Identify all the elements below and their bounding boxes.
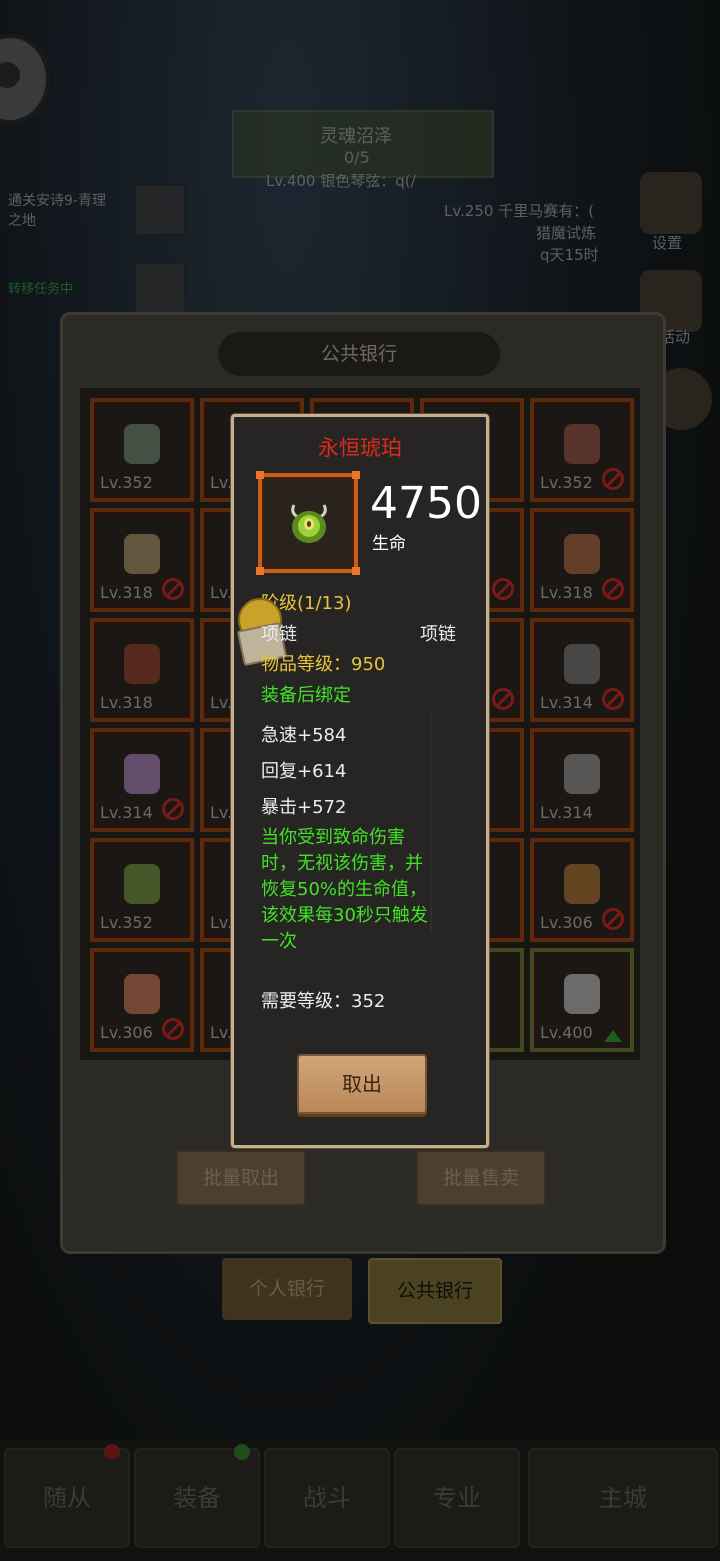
prohibited-icon — [492, 578, 514, 600]
prohibited-icon — [602, 688, 624, 710]
batch-sell-button[interactable]: 批量售卖 — [416, 1150, 546, 1206]
item-icon — [564, 974, 600, 1014]
slot-level: Lv. — [210, 693, 233, 712]
bank-slot[interactable]: Lv.400 — [530, 948, 634, 1052]
nav-main-city[interactable]: 主城 — [528, 1448, 718, 1548]
item-type-right: 项链 — [420, 624, 456, 645]
prohibited-icon — [602, 468, 624, 490]
item-icon — [124, 424, 160, 464]
item-icon — [564, 644, 600, 684]
nav-equipment[interactable]: 装备 — [134, 1448, 260, 1548]
left-quest: 通关安诗9-青理之地 — [8, 193, 106, 229]
item-type-left: 项链 — [261, 624, 297, 645]
item-icon — [124, 864, 160, 904]
nav-profession[interactable]: 专业 — [394, 1448, 520, 1548]
special-effect: 当你受到致命伤害时，无视该伤害，并恢复50%的生命值，该效果每30秒只触发一次 — [261, 827, 428, 952]
zone-progress: 0/5 — [344, 148, 370, 167]
main-stat-name: 生命 — [372, 534, 406, 554]
tab-personal-bank[interactable]: 个人银行 — [222, 1258, 352, 1320]
slot-level: Lv.314 — [540, 693, 593, 712]
stat-line: 暴击+572 — [261, 797, 347, 818]
settings-side-icon[interactable] — [640, 172, 702, 234]
notification-dot — [234, 1444, 250, 1460]
slot-level: Lv.352 — [540, 473, 593, 492]
item-icon — [564, 424, 600, 464]
item-icon — [564, 754, 600, 794]
slot-level: Lv.306 — [540, 913, 593, 932]
slot-level: Lv.318 — [540, 583, 593, 602]
bank-slot[interactable]: Lv.352 — [90, 838, 194, 942]
item-icon — [124, 974, 160, 1014]
slot-level: Lv.318 — [100, 693, 153, 712]
bank-slot[interactable]: Lv.306 — [90, 948, 194, 1052]
slot-level: Lv. — [210, 803, 233, 822]
slot-level: Lv.314 — [540, 803, 593, 822]
notification-dot — [104, 1444, 120, 1460]
side-label: 设置 — [652, 234, 683, 252]
bank-slot[interactable]: Lv.352 — [90, 398, 194, 502]
amber-beetle-icon — [291, 504, 327, 543]
item-icon — [124, 534, 160, 574]
quest-line: Lv.400 银色琴弦：q(/ — [266, 172, 416, 190]
slot-level: Lv.318 — [100, 583, 153, 602]
quest-line: 猎魔试炼 — [536, 224, 597, 242]
nav-battle[interactable]: 战斗 — [264, 1448, 390, 1548]
item-icon — [124, 644, 160, 684]
slot-level: Lv. — [210, 1023, 233, 1042]
bank-slot[interactable]: Lv.314 — [90, 728, 194, 832]
prohibited-icon — [602, 578, 624, 600]
slot-level: Lv.352 — [100, 473, 153, 492]
main-stat-value: 4750 — [370, 478, 482, 529]
prohibited-icon — [492, 688, 514, 710]
prohibited-icon — [162, 798, 184, 820]
zone-title: 灵魂沼泽 — [320, 126, 392, 147]
slot-level: Lv.314 — [100, 803, 153, 822]
quest-line: q天15时 — [540, 246, 599, 264]
item-icon-frame — [256, 471, 360, 575]
quest-slot — [134, 262, 186, 314]
stat-line: 回复+614 — [261, 761, 347, 782]
slot-level: Lv. — [210, 583, 233, 602]
bank-slot[interactable]: Lv.314 — [530, 728, 634, 832]
tab-public-bank[interactable]: 公共银行 — [368, 1258, 502, 1324]
nav-followers[interactable]: 随从 — [4, 1448, 130, 1548]
required-level: 需要等级：352 — [261, 991, 386, 1012]
bank-slot[interactable]: Lv.318 — [90, 508, 194, 612]
quest-line: Lv.250 千里马赛有：( — [444, 202, 595, 220]
prohibited-icon — [162, 578, 184, 600]
prohibited-icon — [162, 1018, 184, 1040]
bank-title: 公共银行 — [218, 332, 500, 376]
item-level: 物品等级：950 — [261, 654, 386, 675]
upgrade-arrow-icon — [604, 1030, 622, 1042]
slot-level: Lv. — [210, 913, 233, 932]
batch-withdraw-button[interactable]: 批量取出 — [176, 1150, 306, 1206]
item-icon — [124, 754, 160, 794]
quest-slot — [134, 184, 186, 236]
item-name: 永恒琥珀 — [318, 436, 402, 460]
bank-slot[interactable]: Lv.306 — [530, 838, 634, 942]
bank-slot[interactable]: Lv.314 — [530, 618, 634, 722]
bank-slot[interactable]: Lv.318 — [90, 618, 194, 722]
bind-status: 装备后绑定 — [261, 685, 351, 706]
item-icon — [564, 864, 600, 904]
item-icon — [564, 534, 600, 574]
slot-level: Lv.400 — [540, 1023, 593, 1042]
slot-level: Lv.352 — [100, 913, 153, 932]
slot-level: Lv. — [210, 473, 233, 492]
bank-slot[interactable]: Lv.318 — [530, 508, 634, 612]
slot-level: Lv.306 — [100, 1023, 153, 1042]
withdraw-button[interactable]: 取出 — [297, 1054, 427, 1114]
prohibited-icon — [602, 908, 624, 930]
left-quest-status: 转移任务中 — [8, 282, 74, 297]
bank-slot[interactable]: Lv.352 — [530, 398, 634, 502]
stat-line: 急速+584 — [261, 725, 347, 746]
